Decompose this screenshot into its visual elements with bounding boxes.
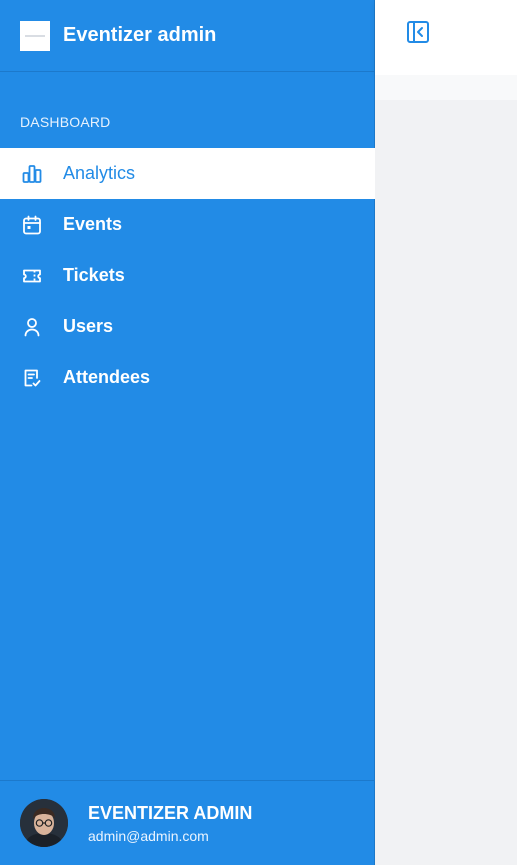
sidebar-item-analytics[interactable]: Analytics — [0, 148, 375, 199]
header-shadow-band — [375, 75, 517, 100]
sidebar-item-tickets[interactable]: Tickets — [0, 250, 375, 301]
user-icon — [22, 317, 42, 337]
sidebar-item-label: Events — [63, 214, 123, 234]
user-profile[interactable]: EVENTIZER ADMIN admin@admin.com — [0, 780, 375, 865]
sidebar-toggle-button[interactable] — [406, 20, 430, 49]
calendar-icon — [22, 215, 42, 235]
user-email: admin@admin.com — [88, 827, 209, 844]
sidebar-collapse-icon — [406, 20, 430, 49]
user-name: EVENTIZER ADMIN — [88, 802, 253, 823]
sidebar-item-attendees[interactable]: Attendees — [0, 352, 375, 403]
app-root: Eventizer admin DASHBOARD Analytics Even… — [0, 0, 517, 865]
brand-title: Eventizer admin — [63, 24, 217, 46]
sidebar-item-label: Tickets — [63, 265, 125, 285]
brand-logo — [20, 20, 50, 51]
ticket-icon — [22, 266, 42, 286]
sidebar-nav: Analytics Events Tickets Users Attendees — [0, 148, 375, 403]
main-content — [375, 100, 517, 865]
checklist-icon — [22, 368, 42, 388]
sidebar-item-events[interactable]: Events — [0, 199, 375, 250]
sidebar-item-label: Users — [63, 316, 114, 336]
top-header — [375, 0, 517, 75]
sidebar-item-users[interactable]: Users — [0, 301, 375, 352]
brand-logo-mark — [25, 34, 45, 37]
bar-chart-icon — [22, 164, 42, 184]
avatar — [20, 799, 68, 847]
sidebar: Eventizer admin DASHBOARD Analytics Even… — [0, 0, 375, 865]
sidebar-item-label: Attendees — [63, 367, 151, 387]
nav-section-label: DASHBOARD — [20, 114, 111, 130]
brand-bar: Eventizer admin — [0, 0, 374, 72]
user-info: EVENTIZER ADMIN admin@admin.com — [88, 803, 252, 844]
sidebar-item-label: Analytics — [63, 163, 136, 183]
